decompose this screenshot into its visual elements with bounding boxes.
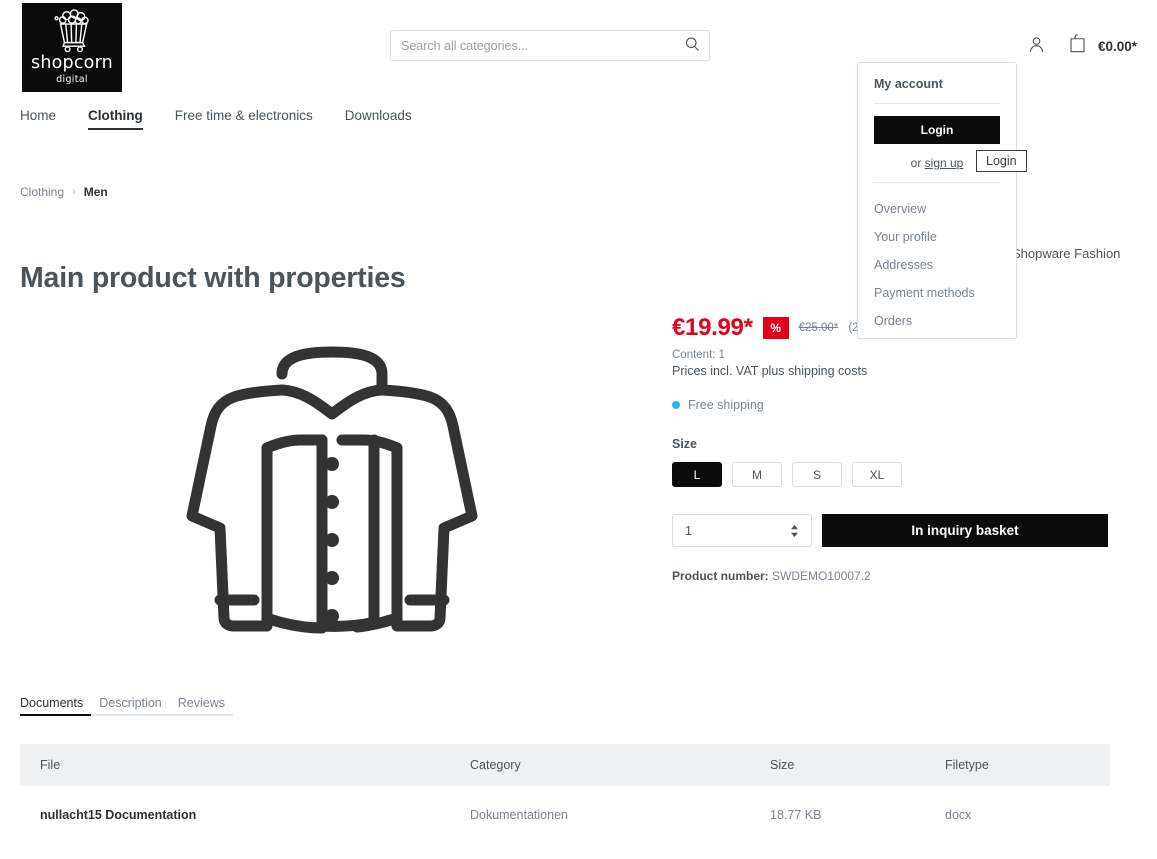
buy-row: 1 In inquiry basket	[672, 514, 1108, 547]
cart-total: €0.00*	[1097, 38, 1137, 54]
size-option-s[interactable]: S	[792, 462, 842, 487]
divider	[874, 103, 1000, 104]
account-button[interactable]	[1027, 35, 1046, 57]
column-header-file: File	[20, 744, 470, 786]
table-header-row: File Category Size Filetype	[20, 744, 1110, 786]
site-logo[interactable]: shopcorn digital	[22, 3, 122, 92]
user-icon	[1027, 35, 1046, 57]
column-header-size: Size	[770, 744, 945, 786]
tab-reviews[interactable]: Reviews	[169, 696, 234, 716]
product-number-value: SWDEMO10007.2	[772, 569, 871, 583]
size-option-xl[interactable]: XL	[852, 462, 902, 487]
quantity-stepper[interactable]: 1	[672, 514, 812, 547]
cart-widget[interactable]: €0.00*	[1068, 33, 1137, 59]
page-title: Main product with properties	[20, 262, 406, 295]
breadcrumb: Clothing › Men	[20, 185, 108, 199]
search-button[interactable]	[675, 31, 709, 60]
chevron-right-icon: ›	[72, 186, 76, 198]
header-actions: €0.00*	[1027, 33, 1137, 59]
status-dot-icon	[672, 401, 680, 409]
product-detail-page: shopcorn digital Search all categories..…	[0, 0, 1157, 859]
price-current: €19.99*	[672, 314, 753, 341]
price-previous: €25.00*	[798, 322, 839, 334]
shipping-label: Free shipping	[688, 398, 764, 412]
search-input[interactable]	[391, 31, 675, 60]
product-content: Content: 1	[672, 349, 726, 361]
account-link-your-profile[interactable]: Your profile	[874, 223, 1000, 251]
cell-size: 18.77 KB	[770, 808, 822, 822]
nav-item-downloads[interactable]: Downloads	[345, 108, 430, 130]
popcorn-icon	[45, 9, 99, 55]
nav-item-clothing[interactable]: Clothing	[88, 108, 161, 130]
up-down-arrows-icon[interactable]	[790, 524, 799, 538]
cell-filetype: docx	[945, 808, 972, 822]
size-option-m[interactable]: M	[732, 462, 782, 487]
logo-wordmark: shopcorn	[31, 53, 113, 73]
search-bar[interactable]	[390, 30, 710, 61]
nav-item-home[interactable]: Home	[20, 108, 74, 130]
table-body: nullacht15 Documentation Dokumentationen…	[20, 786, 1110, 844]
shopping-bag-icon	[1068, 33, 1087, 59]
account-login-button[interactable]: Login	[874, 116, 1000, 144]
account-link-orders[interactable]: Orders	[874, 307, 1000, 335]
table-header: File Category Size Filetype	[20, 744, 1110, 786]
product-tabs: Documents Description Reviews	[20, 696, 234, 716]
cell-file[interactable]: nullacht15 Documentation	[20, 786, 470, 844]
documents-table: File Category Size Filetype nullacht15 D…	[20, 744, 1110, 844]
cell-category: Dokumentationen	[470, 808, 568, 822]
jacket-icon	[182, 328, 482, 653]
column-header-filetype: Filetype	[945, 744, 1110, 786]
quantity-value: 1	[685, 523, 692, 538]
search-icon	[684, 36, 701, 56]
product-number-label: Product number:	[672, 569, 769, 583]
account-link-addresses[interactable]: Addresses	[874, 251, 1000, 279]
shipping-info: Free shipping	[672, 398, 1108, 412]
product-number: Product number: SWDEMO10007.2	[672, 569, 1108, 583]
login-tooltip: Login	[976, 150, 1027, 172]
tab-description[interactable]: Description	[91, 696, 170, 716]
size-group-label: Size	[672, 437, 698, 451]
column-header-category: Category	[470, 744, 770, 786]
product-gallery[interactable]	[20, 300, 644, 680]
breadcrumb-item-clothing[interactable]: Clothing	[20, 185, 64, 199]
discount-badge: %	[762, 317, 789, 339]
logo-tagline: digital	[56, 74, 88, 85]
nav-item-free-time-electronics[interactable]: Free time & electronics	[175, 108, 331, 130]
add-to-inquiry-basket-button[interactable]: In inquiry basket	[822, 514, 1108, 547]
sign-up-link[interactable]: sign up	[925, 156, 964, 170]
size-options: L M S XL	[672, 462, 1108, 487]
account-link-overview[interactable]: Overview	[874, 195, 1000, 223]
table-row[interactable]: nullacht15 Documentation Dokumentationen…	[20, 786, 1110, 844]
divider	[874, 182, 1000, 183]
size-option-l[interactable]: L	[672, 462, 722, 487]
tax-shipping-info: Prices incl. VAT plus shipping costs	[672, 364, 868, 378]
account-dropdown-title: My account	[874, 77, 943, 91]
account-links: Overview Your profile Addresses Payment …	[874, 195, 1000, 335]
signup-prefix: or	[910, 156, 925, 170]
tab-documents[interactable]: Documents	[20, 696, 92, 716]
account-link-payment-methods[interactable]: Payment methods	[874, 279, 1000, 307]
breadcrumb-item-men[interactable]: Men	[84, 185, 108, 199]
account-dropdown: My account Login or sign up Overview You…	[857, 62, 1017, 339]
